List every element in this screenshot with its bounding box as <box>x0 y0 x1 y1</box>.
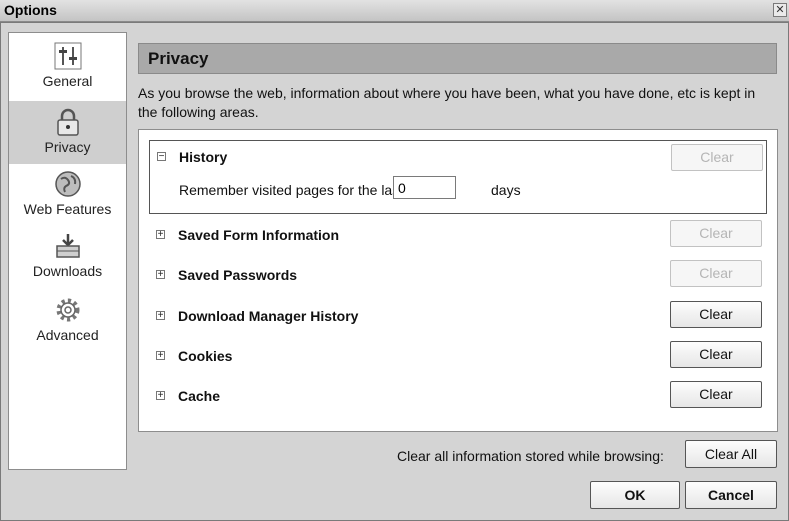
pane-header: Privacy <box>138 43 777 74</box>
clear-form-information-button[interactable]: Clear <box>670 220 762 247</box>
item-label: Cookies <box>178 348 233 364</box>
days-unit-label: days <box>491 182 521 198</box>
category-advanced[interactable]: Advanced <box>9 295 126 353</box>
item-label: Saved Form Information <box>178 227 340 243</box>
expand-toggle[interactable]: + <box>156 311 165 321</box>
window-title: Options <box>4 2 57 18</box>
item-label: History <box>179 149 228 165</box>
download-manager-history-item[interactable]: + Download Manager History Clear <box>149 299 767 331</box>
saved-form-information-item[interactable]: + Saved Form Information Clear <box>149 218 767 250</box>
category-label: Web Features <box>23 201 112 217</box>
collapse-toggle[interactable]: − <box>157 152 166 162</box>
title-bar: Options ✕ <box>0 0 789 22</box>
clear-cache-button[interactable]: Clear <box>670 381 762 408</box>
expand-toggle[interactable]: + <box>156 270 165 280</box>
category-sidebar: General Privacy Web Features Downloads A… <box>8 32 127 470</box>
close-button[interactable]: ✕ <box>773 3 787 17</box>
item-label: Saved Passwords <box>178 267 298 283</box>
sliders-icon <box>54 42 81 70</box>
privacy-items-list: − History Clear Remember visited pages f… <box>138 129 778 432</box>
expand-toggle[interactable]: + <box>156 351 165 361</box>
item-label: Cache <box>178 388 221 404</box>
globe-icon <box>54 171 81 197</box>
cancel-button[interactable]: Cancel <box>685 481 777 509</box>
category-downloads[interactable]: Downloads <box>9 231 126 289</box>
category-web-features[interactable]: Web Features <box>9 169 126 227</box>
category-label: Advanced <box>36 327 99 343</box>
history-item[interactable]: − History Clear Remember visited pages f… <box>149 140 767 214</box>
history-days-input[interactable] <box>393 176 456 199</box>
clear-history-button[interactable]: Clear <box>671 144 763 171</box>
expand-toggle[interactable]: + <box>156 230 165 240</box>
clear-all-description: Clear all information stored while brows… <box>397 448 664 464</box>
pane-title: Privacy <box>148 49 209 68</box>
category-general[interactable]: General <box>9 41 126 97</box>
history-days-label: Remember visited pages for the last <box>179 182 404 198</box>
saved-passwords-item[interactable]: + Saved Passwords Clear <box>149 258 767 290</box>
cookies-item[interactable]: + Cookies Clear <box>149 339 767 371</box>
category-label: Privacy <box>44 139 91 155</box>
clear-cookies-button[interactable]: Clear <box>670 341 762 368</box>
item-label: Download Manager History <box>178 308 359 324</box>
category-label: Downloads <box>32 263 103 279</box>
clear-passwords-button[interactable]: Clear <box>670 260 762 287</box>
ok-button[interactable]: OK <box>590 481 680 509</box>
clear-all-button[interactable]: Clear All <box>685 440 777 468</box>
expand-toggle[interactable]: + <box>156 391 165 401</box>
clear-download-history-button[interactable]: Clear <box>670 301 762 328</box>
category-privacy[interactable]: Privacy <box>9 101 126 164</box>
padlock-icon <box>56 108 79 136</box>
category-label: General <box>42 73 93 89</box>
privacy-description: As you browse the web, information about… <box>138 85 756 120</box>
cache-item[interactable]: + Cache Clear <box>149 379 767 411</box>
download-tray-icon <box>55 234 80 258</box>
gear-icon <box>56 298 79 322</box>
